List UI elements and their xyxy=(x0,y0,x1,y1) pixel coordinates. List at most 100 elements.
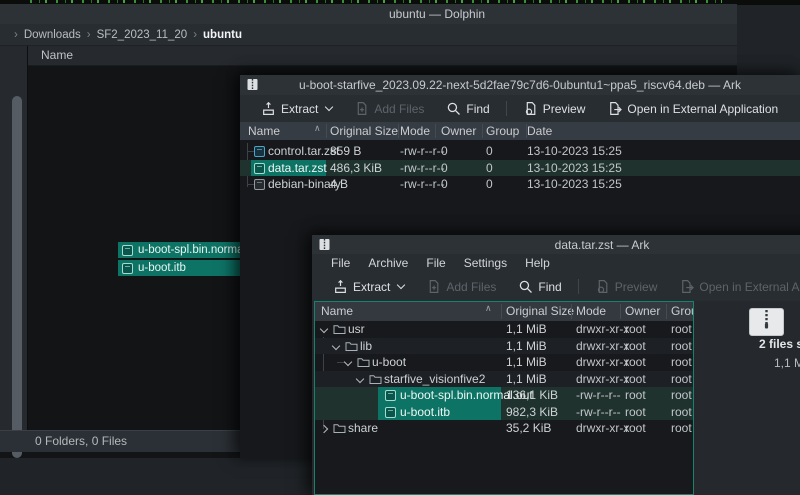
expander-expanded-icon[interactable] xyxy=(356,374,364,382)
table-row[interactable]: control.tar.zst 859 B -rw-r--r-- 0 0 13-… xyxy=(240,143,800,160)
tree-row-file-selected[interactable]: u-boot.itb 982,3 KiB -rw-r--r-- root roo… xyxy=(315,404,693,421)
folder-icon xyxy=(369,374,382,385)
status-text: 0 Folders, 0 Files xyxy=(35,431,127,452)
breadcrumb-item-downloads[interactable]: Downloads xyxy=(24,29,81,41)
preview-icon xyxy=(523,101,538,116)
column-header-name[interactable]: Name xyxy=(321,302,353,321)
expander-expanded-icon[interactable] xyxy=(332,341,340,349)
column-header-name[interactable]: Name xyxy=(28,46,737,66)
menu-file[interactable]: File xyxy=(322,256,359,270)
terminal-text-specks xyxy=(30,0,722,3)
column-header-group[interactable]: Group xyxy=(671,302,694,321)
dolphin-location-toolbar: › Downloads › SF2_2023_11_20 › ubuntu xyxy=(0,24,737,46)
column-header-size[interactable]: Original Size xyxy=(330,122,398,140)
selection-size: 1,1 Mi xyxy=(774,356,800,370)
breadcrumb-item-ubuntu[interactable]: ubuntu xyxy=(203,29,242,41)
column-header-size[interactable]: Original Size xyxy=(506,302,574,321)
ark-data-table-body: usr 1,1 MiB drwxr-xr-x root root lib 1,1… xyxy=(315,321,693,437)
ark-deb-titlebar[interactable]: u-boot-starfive_2023.09.22-next-5d2fae79… xyxy=(240,75,800,95)
add-files-button[interactable]: Add Files xyxy=(343,95,435,122)
add-files-icon xyxy=(354,101,369,116)
preview-button[interactable]: Preview xyxy=(584,272,669,301)
open-external-button[interactable]: Open in External Application xyxy=(668,272,800,301)
dolphin-left-scrollbar-track xyxy=(0,46,28,431)
tree-row-folder[interactable]: lib 1,1 MiB drwxr-xr-x root root xyxy=(315,338,693,355)
window-title: data.tar.zst — Ark xyxy=(555,238,650,252)
chevron-down-icon xyxy=(397,281,405,289)
open-external-icon xyxy=(607,101,622,116)
folder-icon xyxy=(333,423,346,434)
column-header-owner[interactable]: Owner xyxy=(625,302,660,321)
ark-data-titlebar[interactable]: data.tar.zst — Ark xyxy=(312,235,800,254)
column-header-group[interactable]: Group xyxy=(486,122,519,140)
search-icon xyxy=(518,279,533,294)
file-icon xyxy=(385,390,396,401)
tree-row-file-selected[interactable]: u-boot-spl.bin.normal.out 136,1 KiB -rw-… xyxy=(315,387,693,404)
extract-icon xyxy=(333,279,348,294)
dolphin-titlebar[interactable]: ubuntu — Dolphin xyxy=(0,4,737,24)
find-button[interactable]: Find xyxy=(435,95,500,122)
ark-app-icon xyxy=(318,238,331,251)
column-header-mode[interactable]: Mode xyxy=(400,122,430,140)
ark-deb-table-header: Name ∧ Original Size Mode Owner Group Da… xyxy=(240,122,800,140)
breadcrumb-chevron-icon: › xyxy=(87,29,91,41)
find-button[interactable]: Find xyxy=(507,272,572,301)
ark-app-icon xyxy=(246,78,259,91)
table-row[interactable]: debian-binary 4 B -rw-r--r-- 0 0 13-10-2… xyxy=(240,176,800,193)
menu-archive[interactable]: Archive xyxy=(359,256,417,270)
table-row-selected[interactable]: data.tar.zst 486,3 KiB -rw-r--r-- 0 0 13… xyxy=(240,160,800,177)
file-icon xyxy=(385,407,396,418)
expander-collapsed-icon[interactable] xyxy=(320,425,328,433)
column-header-owner[interactable]: Owner xyxy=(441,122,476,140)
column-header-name[interactable]: Name xyxy=(248,122,280,140)
menu-file-2[interactable]: File xyxy=(417,256,454,270)
breadcrumb-item-sf2[interactable]: SF2_2023_11_20 xyxy=(97,29,188,41)
window-title: u-boot-starfive_2023.09.22-next-5d2fae79… xyxy=(299,78,741,92)
search-icon xyxy=(446,101,461,116)
breadcrumb-chevron-icon: › xyxy=(14,29,18,41)
add-files-button[interactable]: Add Files xyxy=(415,272,507,301)
archive-file-icon xyxy=(254,163,265,174)
menu-help[interactable]: Help xyxy=(516,256,559,270)
add-files-icon xyxy=(426,279,441,294)
ark-data-table-header: Name ∧ Original Size Mode Owner Group xyxy=(315,302,693,321)
archive-file-icon xyxy=(254,146,265,157)
extract-button[interactable]: Extract xyxy=(322,272,415,301)
ark-data-toolbar: Extract Add Files Find Preview O xyxy=(312,272,800,301)
chevron-down-icon xyxy=(325,103,333,111)
tree-row-folder[interactable]: share 35,2 KiB drwxr-xr-x root root xyxy=(315,420,693,437)
preview-icon xyxy=(595,279,610,294)
ark-data-menubar: File Archive File Settings Help xyxy=(312,254,800,272)
open-external-button[interactable]: Open in External Application xyxy=(596,95,789,122)
scrollbar-handle[interactable] xyxy=(12,96,22,458)
file-icon xyxy=(122,245,133,256)
ark-data-window: data.tar.zst — Ark File Archive File Set… xyxy=(312,235,800,495)
sort-ascending-icon: ∧ xyxy=(485,303,492,314)
folder-icon xyxy=(357,357,370,368)
preview-button[interactable]: Preview xyxy=(512,95,597,122)
sort-ascending-icon: ∧ xyxy=(314,123,321,134)
file-icon xyxy=(254,179,265,190)
expander-expanded-icon[interactable] xyxy=(320,325,328,333)
ark-data-archive-tree: Name ∧ Original Size Mode Owner Group xyxy=(314,301,694,495)
ark-deb-toolbar: Extract Add Files Find Preview O xyxy=(240,95,800,122)
tree-row-folder[interactable]: starfive_visionfive2 1,1 MiB drwxr-xr-x … xyxy=(315,371,693,388)
toolbar-separator xyxy=(578,279,579,294)
ark-data-info-panel: 2 files sel 1,1 Mi xyxy=(696,301,800,495)
menu-settings[interactable]: Settings xyxy=(455,256,516,270)
column-header-mode[interactable]: Mode xyxy=(576,302,606,321)
tree-row-folder[interactable]: usr 1,1 MiB drwxr-xr-x root root xyxy=(315,321,693,338)
extract-button[interactable]: Extract xyxy=(250,95,343,122)
toolbar-separator xyxy=(506,101,507,116)
tree-row-folder[interactable]: u-boot 1,1 MiB drwxr-xr-x root root xyxy=(315,354,693,371)
window-title: ubuntu — Dolphin xyxy=(389,7,485,21)
selection-summary: 2 files sel xyxy=(759,337,800,351)
zip-archive-icon xyxy=(749,308,784,336)
column-header-date[interactable]: Date xyxy=(527,122,552,140)
folder-icon xyxy=(345,341,358,352)
expander-expanded-icon[interactable] xyxy=(344,358,352,366)
breadcrumb-chevron-icon: › xyxy=(193,29,197,41)
extract-icon xyxy=(261,101,276,116)
remove-from-archive-button[interactable]: Remove from Archive xyxy=(789,95,800,122)
folder-icon xyxy=(333,324,346,335)
